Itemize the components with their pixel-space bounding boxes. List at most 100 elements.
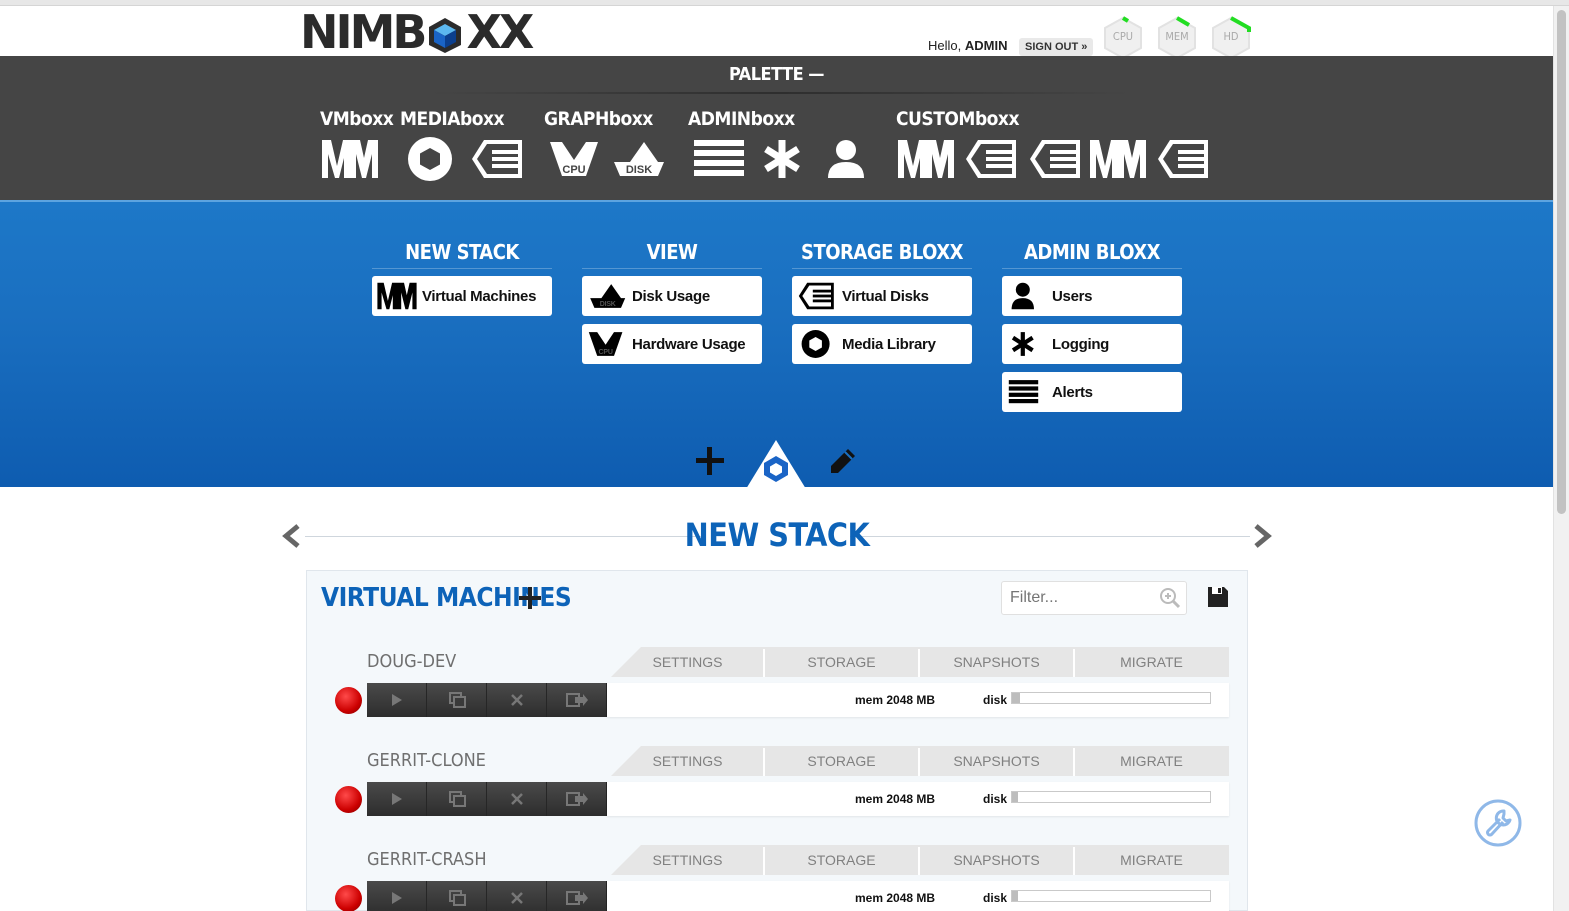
username: ADMIN bbox=[964, 38, 1008, 53]
nimboxx-logo[interactable]: NIMB XX bbox=[300, 5, 534, 59]
start-button[interactable] bbox=[367, 683, 427, 717]
column-divider bbox=[372, 268, 552, 269]
tab-snapshots[interactable]: SNAPSHOTS bbox=[919, 746, 1074, 776]
vm-info: mem 2048 MB disk bbox=[607, 683, 1229, 717]
zoom-search-icon[interactable] bbox=[1159, 587, 1181, 609]
vertical-scrollbar[interactable] bbox=[1553, 6, 1569, 911]
app-header: NIMB XX Hello, ADMIN SIGN OUT » CPU MEM bbox=[0, 5, 1553, 60]
column-divider bbox=[1002, 268, 1182, 269]
palette-custom-vm-block[interactable] bbox=[896, 136, 956, 182]
disk-label: disk bbox=[983, 891, 1008, 905]
pencil-icon[interactable] bbox=[828, 446, 858, 476]
virtual-disk-icon bbox=[966, 140, 1016, 178]
start-button[interactable] bbox=[367, 881, 427, 911]
palette-alerts-block[interactable] bbox=[690, 136, 750, 182]
vm-row: DOUG-DEV SETTINGS STORAGE SNAPSHOTS MIGR… bbox=[335, 647, 1229, 737]
block-label: Media Library bbox=[842, 335, 936, 353]
tab-settings[interactable]: SETTINGS bbox=[611, 746, 764, 776]
delete-button[interactable] bbox=[487, 782, 547, 816]
block-alerts[interactable]: Alerts bbox=[1002, 372, 1182, 412]
vm-status-indicator bbox=[335, 885, 362, 911]
console-button[interactable] bbox=[547, 782, 607, 816]
tab-migrate[interactable]: MIGRATE bbox=[1074, 746, 1229, 776]
disk-usage-fill bbox=[1012, 792, 1018, 802]
clone-button[interactable] bbox=[427, 683, 487, 717]
vm-name[interactable]: GERRIT-CRASH bbox=[367, 849, 487, 870]
add-vm-icon[interactable] bbox=[517, 585, 543, 611]
tab-storage[interactable]: STORAGE bbox=[764, 746, 919, 776]
hd-gauge[interactable]: HD bbox=[1209, 16, 1253, 60]
delete-button[interactable] bbox=[487, 881, 547, 911]
vm-name[interactable]: GERRIT-CLONE bbox=[367, 750, 486, 771]
palette-media-block[interactable] bbox=[402, 136, 462, 182]
block-logging[interactable]: Logging bbox=[1002, 324, 1182, 364]
block-users[interactable]: Users bbox=[1002, 276, 1182, 316]
asterisk-icon bbox=[1006, 327, 1048, 361]
tab-migrate[interactable]: MIGRATE bbox=[1074, 845, 1229, 875]
add-block-icon[interactable] bbox=[694, 445, 726, 477]
block-virtual-machines[interactable]: Virtual Machines bbox=[372, 276, 552, 316]
block-hardware-usage[interactable]: CPU Hardware Usage bbox=[582, 324, 762, 364]
save-icon[interactable] bbox=[1207, 586, 1229, 608]
close-icon bbox=[510, 892, 523, 904]
stack-title-rule bbox=[850, 536, 1250, 537]
tab-storage[interactable]: STORAGE bbox=[764, 845, 919, 875]
console-button[interactable] bbox=[547, 683, 607, 717]
wrench-icon[interactable] bbox=[1473, 798, 1523, 848]
palette-custom-disk-block[interactable] bbox=[962, 136, 1022, 182]
tab-migrate[interactable]: MIGRATE bbox=[1074, 647, 1229, 677]
palette-disk-block[interactable] bbox=[468, 136, 528, 182]
delete-button[interactable] bbox=[487, 683, 547, 717]
tab-settings[interactable]: SETTINGS bbox=[611, 647, 764, 677]
tab-storage[interactable]: STORAGE bbox=[764, 647, 919, 677]
palette-users-block[interactable] bbox=[818, 136, 878, 182]
palette-divider bbox=[430, 92, 1130, 94]
palette-custom-disk-block[interactable] bbox=[1154, 136, 1214, 182]
tab-snapshots[interactable]: SNAPSHOTS bbox=[919, 845, 1074, 875]
cpu-graph-icon: CPU bbox=[586, 327, 628, 361]
cpu-label: CPU bbox=[562, 164, 585, 176]
clone-button[interactable] bbox=[427, 782, 487, 816]
disk-usage-bar bbox=[1011, 791, 1211, 803]
disk-graph-icon: DISK bbox=[586, 279, 628, 313]
palette-disk-graph-block[interactable]: DISK bbox=[608, 136, 668, 182]
vm-controls bbox=[367, 683, 607, 717]
tab-snapshots[interactable]: SNAPSHOTS bbox=[919, 647, 1074, 677]
scrollbar-thumb[interactable] bbox=[1557, 10, 1566, 514]
list-icon bbox=[1006, 375, 1048, 409]
cpu-gauge[interactable]: CPU bbox=[1101, 16, 1145, 60]
tab-settings[interactable]: SETTINGS bbox=[611, 845, 764, 875]
palette-logging-block[interactable] bbox=[754, 136, 814, 182]
chevron-right-icon[interactable] bbox=[1250, 522, 1274, 550]
palette-category-adminboxx: ADMINboxx bbox=[688, 108, 795, 130]
block-virtual-disks[interactable]: Virtual Disks bbox=[792, 276, 972, 316]
palette-toggle[interactable]: PALETTE — bbox=[0, 64, 1553, 85]
vm-name[interactable]: DOUG-DEV bbox=[367, 651, 456, 672]
palette-vm-block[interactable] bbox=[320, 136, 380, 182]
vm-status-indicator bbox=[335, 687, 362, 714]
palette-custom-vm-block[interactable] bbox=[1088, 136, 1148, 182]
vm-icon bbox=[1090, 140, 1146, 178]
chevron-left-icon[interactable] bbox=[280, 522, 304, 550]
disk-usage-fill bbox=[1012, 693, 1020, 703]
disk-usage-bar bbox=[1011, 692, 1211, 704]
start-button[interactable] bbox=[367, 782, 427, 816]
block-disk-usage[interactable]: DISK Disk Usage bbox=[582, 276, 762, 316]
vm-tabs: SETTINGS STORAGE SNAPSHOTS MIGRATE bbox=[611, 746, 1229, 776]
column-title-new-stack: NEW STACK bbox=[405, 240, 519, 264]
play-icon bbox=[391, 694, 402, 706]
palette-cpu-graph-block[interactable]: CPU bbox=[546, 136, 606, 182]
block-media-library[interactable]: Media Library bbox=[792, 324, 972, 364]
export-icon bbox=[565, 792, 588, 806]
console-button[interactable] bbox=[547, 881, 607, 911]
nimboxx-home-tab-icon[interactable] bbox=[744, 438, 808, 489]
virtual-disk-icon bbox=[1158, 140, 1208, 178]
block-label: Virtual Machines bbox=[422, 287, 537, 305]
media-hexagon-icon bbox=[796, 327, 838, 361]
sign-out-button[interactable]: SIGN OUT » bbox=[1019, 38, 1094, 56]
clone-button[interactable] bbox=[427, 881, 487, 911]
logo-text-right: XX bbox=[466, 5, 534, 59]
palette-custom-disk-block[interactable] bbox=[1026, 136, 1086, 182]
asterisk-icon bbox=[764, 140, 800, 178]
mem-gauge[interactable]: MEM bbox=[1155, 16, 1199, 60]
